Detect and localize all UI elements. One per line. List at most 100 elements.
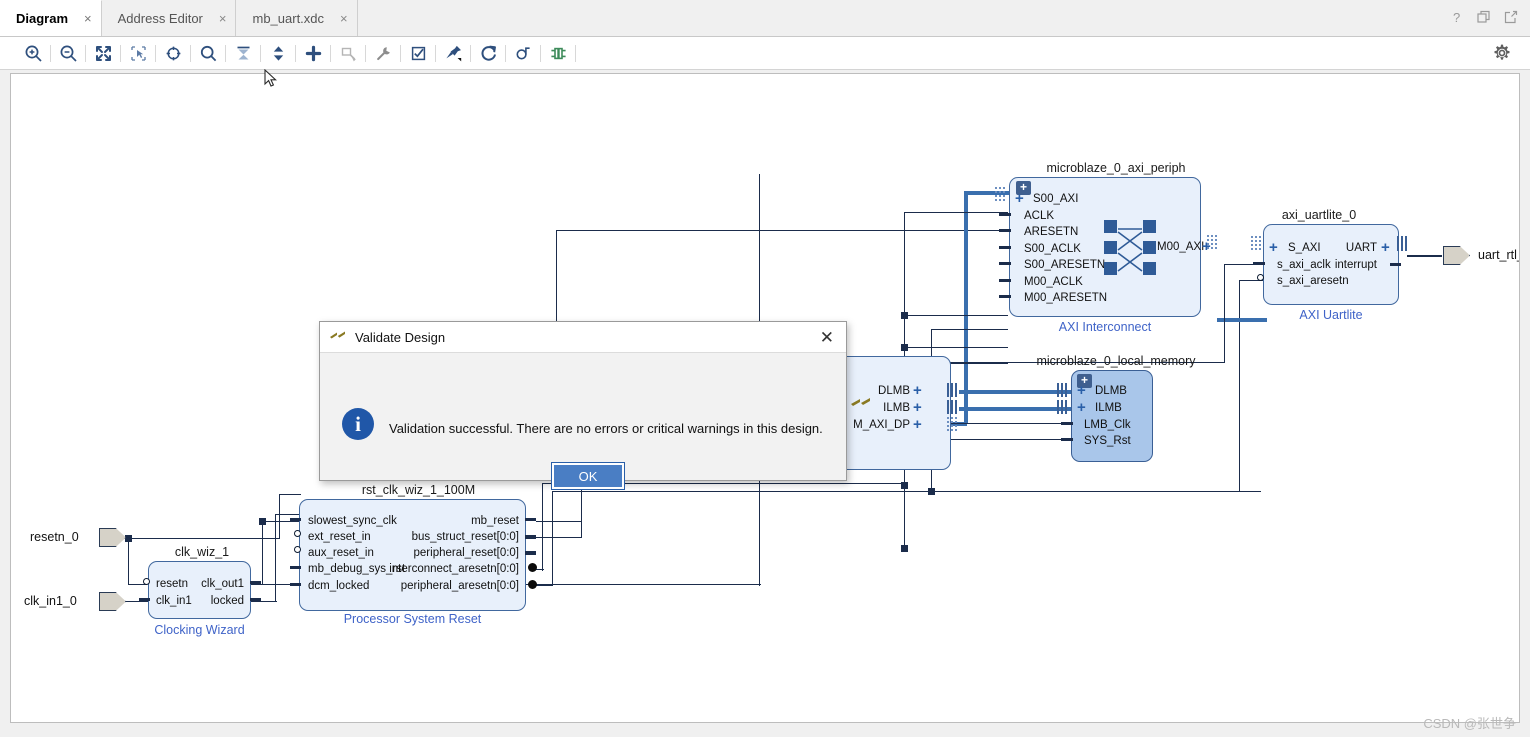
pin-terminal-dot [528,563,537,572]
pin-clkwiz-resetn: resetn [156,578,188,590]
vivado-block-design-window: Diagram × Address Editor × mb_uart.xdc ×… [0,0,1530,737]
pin-s-axi: S_AXI [1288,242,1321,254]
validate-design-dialog[interactable]: Validate Design ✕ i Validation successfu… [319,321,847,490]
wire-aclk-h [904,212,1008,214]
toolbar-right-group [1488,40,1530,66]
block-design-canvas[interactable]: DLMB ILMB M_AXI_DP + + + microblaze_0_ax… [10,73,1520,723]
settings-gear-icon[interactable] [1488,40,1516,66]
plus-icon[interactable]: + [913,417,922,432]
wire-icaresetn-stub [536,569,544,571]
tab-diagram[interactable]: Diagram × [0,0,102,36]
tab-diagram-close-icon[interactable]: × [84,12,92,25]
pin-peripheral-aresetn: peripheral_aresetn[0:0] [400,580,519,592]
block-title-rst-clk-wiz: rst_clk_wiz_1_100M [361,483,476,497]
toolbar-separator [225,44,226,62]
pin-microblaze-dlmb: DLMB [878,385,910,397]
block-clk-wiz[interactable] [148,561,251,619]
pin-clkwiz-locked: locked [210,595,244,607]
add-module-icon[interactable] [334,40,362,66]
tab-mb-uart-xdc-close-icon[interactable]: × [340,12,348,25]
toolbar-separator [400,44,401,62]
bus-connector-icon [947,400,957,414]
zoom-out-icon[interactable] [54,40,82,66]
pin-interconnect-aresetn: interconnect_aresetn[0:0] [389,563,519,575]
port-label-clk-in1-0: clk_in1_0 [24,594,77,608]
pin-aux-reset-in: aux_reset_in [308,547,374,559]
pin-icon[interactable] [439,40,467,66]
wire-paresetn-v [552,491,554,586]
toolbar-separator [260,44,261,62]
wire-busstructreset-h [536,537,582,539]
wire-sysrst-h [931,439,1072,441]
bus-connector-dotted-icon [947,417,957,431]
pin-s-axi-aresetn: s_axi_aresetn [1277,275,1349,287]
wire-icaresetn-v [542,483,544,571]
add-ip-icon[interactable] [299,40,327,66]
block-subtitle-clk-wiz: Clocking Wizard [154,623,245,637]
run-connection-automation-icon[interactable] [369,40,397,66]
wire-resetn-v [128,538,130,585]
port-uart-rtl-0[interactable] [1443,246,1470,265]
pin-s00-aclk: S00_ACLK [1024,243,1081,255]
pin-stub [999,213,1011,216]
wire-aresetn-to-uartlite-h [931,491,1261,493]
wire-uart-out [1407,255,1442,258]
wire-extreset-v [279,494,281,539]
refresh-icon[interactable] [474,40,502,66]
pin-peripheral-reset: peripheral_reset[0:0] [413,547,519,559]
plus-icon[interactable]: + [1381,240,1390,255]
ok-button[interactable]: OK [551,462,625,490]
zoom-area-icon[interactable] [124,40,152,66]
plus-icon[interactable]: + [1077,400,1086,415]
toolbar-separator [505,44,506,62]
pin-stub [290,566,301,569]
pin-s00-axi: S00_AXI [1033,193,1079,205]
tab-mb-uart-xdc[interactable]: mb_uart.xdc × [236,0,358,36]
wire-junction [901,545,908,552]
plus-icon[interactable]: + [913,400,922,415]
toolbar-separator [365,44,366,62]
help-icon[interactable]: ? [1453,10,1464,28]
fit-selection-icon[interactable] [159,40,187,66]
maximize-window-icon[interactable] [1504,10,1518,28]
pin-m00-axi: M00_AXI [1157,241,1205,253]
block-subtitle-axi-periph: AXI Interconnect [1058,320,1152,334]
dialog-close-icon[interactable]: ✕ [816,329,838,346]
pin-lmb-clk: LMB_Clk [1084,419,1131,431]
pin-stub [1253,262,1265,265]
wire-paresetn-stub [536,585,553,587]
svg-text:?: ? [1453,11,1460,24]
block-title-local-memory: microblaze_0_local_memory [1036,354,1196,368]
pin-stub [999,246,1011,249]
highlight-icon[interactable] [509,40,537,66]
plus-icon[interactable]: + [1269,240,1278,255]
restore-window-icon[interactable] [1477,10,1491,28]
interface-icon[interactable] [544,40,572,66]
diagram-surface[interactable]: DLMB ILMB M_AXI_DP + + + microblaze_0_ax… [11,74,1519,722]
port-resetn-0[interactable] [99,528,126,547]
bus-connector-dotted-icon [1207,235,1217,249]
toolbar-separator [540,44,541,62]
expand-collapse-icon[interactable] [264,40,292,66]
toolbar-separator [50,44,51,62]
pin-stub [1390,263,1401,266]
plus-icon[interactable]: + [913,383,922,398]
search-icon[interactable] [194,40,222,66]
zoom-in-icon[interactable] [19,40,47,66]
plus-icon[interactable]: + [1015,191,1024,206]
wire-junction [259,518,266,525]
pin-stub [139,598,150,601]
validate-design-icon[interactable] [404,40,432,66]
tab-bar: Diagram × Address Editor × mb_uart.xdc ×… [0,0,1530,37]
diagram-toolbar [0,37,1530,70]
auto-layout-icon[interactable] [229,40,257,66]
wire-junction [901,344,908,351]
tab-address-editor-close-icon[interactable]: × [219,12,227,25]
port-clk-in1-0[interactable] [99,592,126,611]
plus-icon[interactable]: + [1077,383,1086,398]
info-icon: i [342,408,374,440]
zoom-fit-icon[interactable] [89,40,117,66]
pin-stub [290,518,301,521]
tab-address-editor[interactable]: Address Editor × [102,0,237,36]
pin-lm-ilmb: ILMB [1095,402,1122,414]
